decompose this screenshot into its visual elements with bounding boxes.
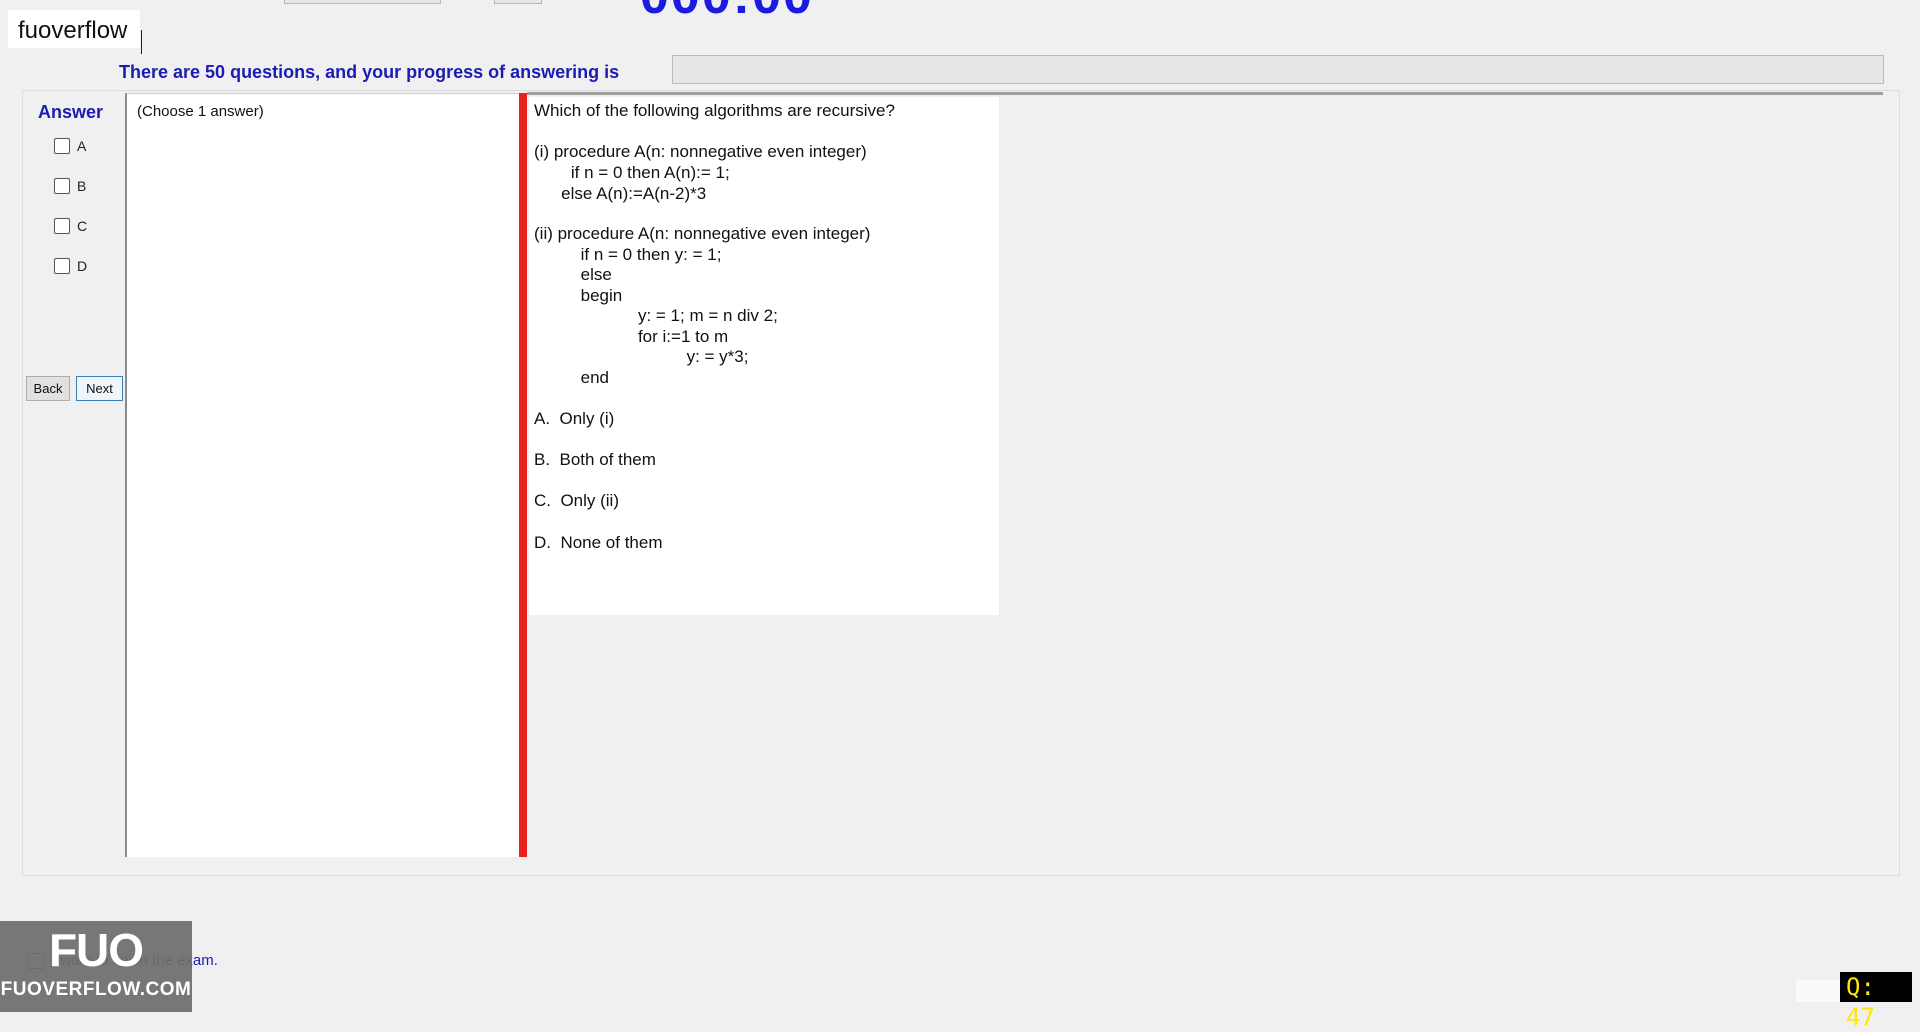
option-a-label: A bbox=[77, 138, 87, 154]
top-combo-box[interactable] bbox=[284, 0, 441, 4]
brand-label: fuoverflow bbox=[8, 10, 142, 54]
text-caret bbox=[141, 30, 142, 54]
checkbox-icon[interactable] bbox=[54, 178, 70, 194]
logo-mark: FUO bbox=[48, 924, 144, 976]
next-button[interactable]: Next bbox=[76, 376, 123, 401]
progress-label: There are 50 questions, and your progres… bbox=[119, 62, 620, 82]
question-line: y: = 1; m = n div 2; bbox=[586, 306, 778, 325]
option-d-checkbox[interactable]: D bbox=[54, 258, 87, 274]
question-line: if n = 0 then y: = 1; bbox=[557, 245, 722, 264]
logo-text: FUOVERFLOW.COM bbox=[0, 979, 192, 1000]
choice-d-text: D. None of them bbox=[534, 533, 663, 552]
answer-pane: (Choose 1 answer) bbox=[125, 93, 522, 857]
pane-splitter[interactable] bbox=[519, 93, 527, 857]
top-small-box[interactable] bbox=[494, 0, 542, 4]
question-line: else A(n):=A(n-2)*3 bbox=[547, 184, 707, 203]
question-counter: Q: 47 bbox=[1840, 972, 1912, 1031]
option-a-checkbox[interactable]: A bbox=[54, 138, 86, 154]
checkbox-icon[interactable] bbox=[54, 218, 70, 234]
checkbox-icon[interactable] bbox=[54, 138, 70, 154]
question-line: if n = 0 then A(n):= 1; bbox=[552, 163, 730, 182]
option-d-label: D bbox=[77, 258, 88, 274]
choice-a-text: A. Only (i) bbox=[534, 409, 615, 428]
progress-bar bbox=[672, 55, 1884, 84]
question-line: (ii) procedure A(n: nonnegative even int… bbox=[534, 224, 871, 243]
watermark-logo: FUO FUOVERFLOW.COM bbox=[0, 921, 192, 1012]
question-line: end bbox=[557, 368, 609, 387]
checkbox-icon[interactable] bbox=[54, 258, 70, 274]
question-line: begin bbox=[557, 286, 623, 305]
question-line: else bbox=[557, 265, 612, 284]
option-b-label: B bbox=[77, 178, 87, 194]
answer-title: Answer bbox=[38, 102, 104, 122]
question-pane: Which of the following algorithms are re… bbox=[527, 95, 1883, 857]
option-c-checkbox[interactable]: C bbox=[54, 218, 87, 234]
choose-instruction: (Choose 1 answer) bbox=[137, 103, 264, 120]
question-text: Which of the following algorithms are re… bbox=[534, 101, 895, 120]
choice-b-text: B. Both of them bbox=[534, 450, 656, 469]
option-c-label: C bbox=[77, 218, 88, 234]
exam-timer: 000:00 bbox=[640, 0, 814, 26]
question-line: (i) procedure A(n: nonnegative even inte… bbox=[534, 142, 867, 161]
choice-c-text: C. Only (ii) bbox=[534, 491, 619, 510]
question-image: Which of the following algorithms are re… bbox=[529, 97, 999, 615]
back-button[interactable]: Back bbox=[26, 376, 70, 401]
option-b-checkbox[interactable]: B bbox=[54, 178, 86, 194]
question-line: y: = y*3; bbox=[611, 347, 749, 366]
brand-text: fuoverflow bbox=[18, 17, 128, 44]
question-line: for i:=1 to m bbox=[586, 327, 729, 346]
counter-pad bbox=[1796, 980, 1840, 1002]
